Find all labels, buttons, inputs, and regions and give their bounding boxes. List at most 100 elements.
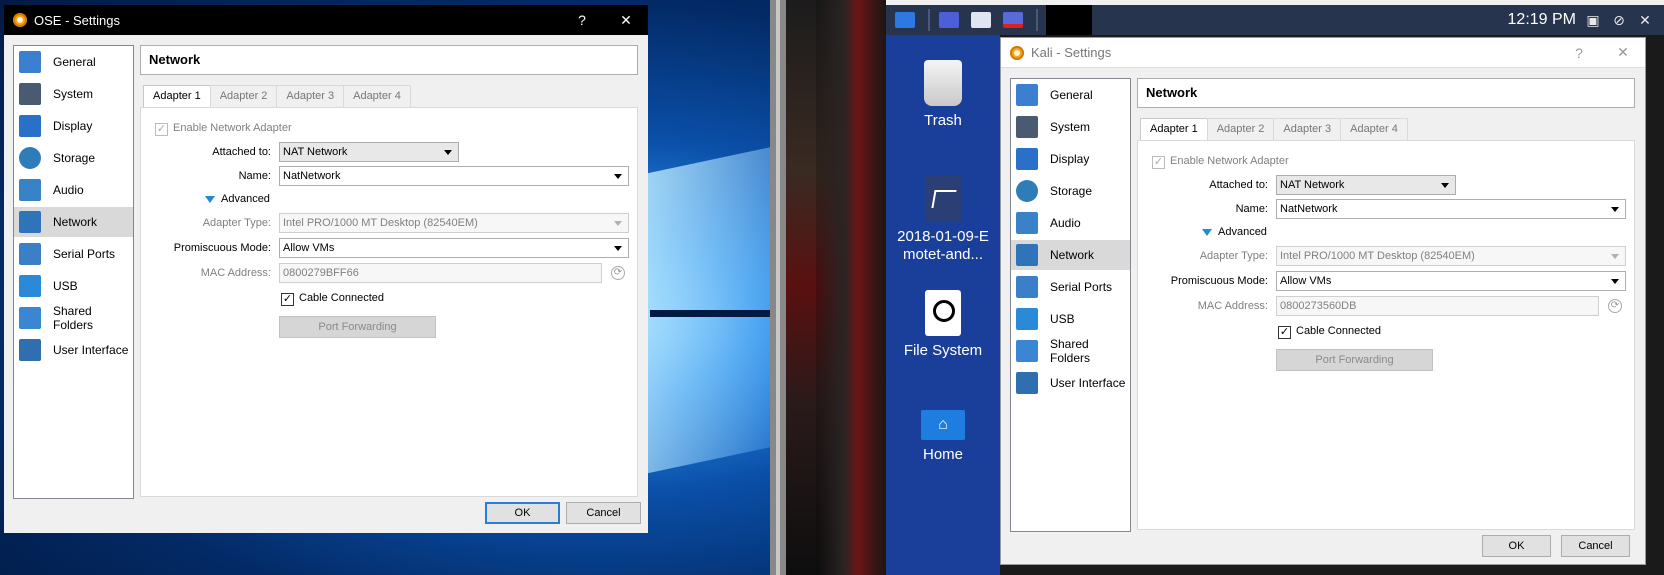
help-button[interactable]: ?: [560, 12, 604, 28]
sidebar-item-label: Storage: [53, 151, 96, 165]
cable-connected-checkbox[interactable]: ✓: [1278, 326, 1291, 339]
port-forwarding-button[interactable]: Port Forwarding: [1276, 349, 1433, 371]
sidebar-item-audio[interactable]: Audio: [1011, 208, 1130, 238]
cancel-button[interactable]: Cancel: [566, 502, 641, 524]
sidebar-item-shared-folders[interactable]: Shared Folders: [14, 303, 133, 333]
panel-clock[interactable]: 12:19 PM: [1508, 5, 1576, 35]
mute-icon[interactable]: ✕: [1636, 12, 1654, 28]
desktop-icon-label: Trash: [924, 112, 962, 129]
advanced-toggle[interactable]: Advanced: [205, 193, 270, 205]
mac-address-field[interactable]: 0800273560DB: [1276, 296, 1599, 316]
sidebar-item-general[interactable]: General: [14, 47, 133, 77]
mac-address-field[interactable]: 0800279BFF66: [279, 263, 602, 283]
sidebar-item-serial-ports[interactable]: Serial Ports: [14, 239, 133, 269]
sidebar-item-network[interactable]: Network: [1011, 240, 1130, 270]
taskbar-window-button[interactable]: [1046, 5, 1092, 35]
enable-adapter-checkbox[interactable]: ✓: [1152, 156, 1165, 169]
name-select[interactable]: NatNetwork: [1276, 199, 1626, 219]
tab-adapter-2[interactable]: Adapter 2: [209, 85, 278, 107]
refresh-mac-icon[interactable]: ⟳: [611, 266, 625, 280]
adapter-tabs: Adapter 1 Adapter 2 Adapter 3 Adapter 4: [143, 85, 411, 108]
sidebar-item-label: Serial Ports: [53, 247, 116, 261]
sidebar-item-serial-ports[interactable]: Serial Ports: [1011, 272, 1130, 302]
close-button[interactable]: ✕: [604, 12, 648, 29]
tab-adapter-1[interactable]: Adapter 1: [1140, 118, 1208, 141]
expand-triangle-icon: [1202, 228, 1212, 236]
home-icon: ⌂: [921, 410, 965, 440]
ose-settings-dialog: OSE - Settings ? ✕ General System Displa…: [4, 5, 648, 533]
network-off-icon[interactable]: ⊘: [1610, 12, 1628, 28]
tab-adapter-4[interactable]: Adapter 4: [1340, 118, 1408, 140]
panel-separator: [928, 9, 930, 31]
sidebar-item-usb[interactable]: USB: [1011, 304, 1130, 334]
advanced-toggle[interactable]: Advanced: [1202, 226, 1267, 238]
kali-settings-dialog: Kali - Settings ? ✕ General System Displ…: [1000, 37, 1646, 565]
sidebar-item-audio[interactable]: Audio: [14, 175, 133, 205]
tab-adapter-2[interactable]: Adapter 2: [1206, 118, 1275, 140]
cable-connected-checkbox[interactable]: ✓: [281, 293, 294, 306]
name-select[interactable]: NatNetwork: [279, 166, 629, 186]
desktop-icon-label: File System: [903, 342, 983, 359]
sidebar-item-label: Storage: [1050, 184, 1093, 198]
sidebar-item-label: Display: [1050, 152, 1090, 166]
sidebar-item-label: General: [1050, 88, 1093, 102]
settings-sidebar: General System Display Storage Audio Net…: [1010, 78, 1131, 532]
port-forwarding-button[interactable]: Port Forwarding: [279, 316, 436, 338]
screen-icon[interactable]: ▣: [1584, 12, 1602, 28]
sidebar-item-storage[interactable]: Storage: [1011, 176, 1130, 206]
usb-icon: [1016, 308, 1038, 330]
folder-icon: [971, 12, 991, 28]
sidebar-item-display[interactable]: Display: [1011, 144, 1130, 174]
attached-to-label: Attached to:: [212, 146, 271, 158]
screen-recorder-button[interactable]: [1000, 8, 1026, 32]
panel-separator: [1036, 9, 1038, 31]
sidebar-item-system[interactable]: System: [14, 79, 133, 109]
tab-adapter-4[interactable]: Adapter 4: [343, 85, 411, 107]
usb-icon: [19, 275, 41, 297]
desktop-icon-trash[interactable]: Trash: [886, 60, 1000, 129]
settings-sidebar: General System Display Storage Audio Net…: [13, 45, 134, 499]
adapter-type-select[interactable]: Intel PRO/1000 MT Desktop (82540EM): [279, 213, 629, 233]
sidebar-item-label: USB: [1050, 312, 1075, 326]
wallpaper-figure: [816, 0, 886, 575]
sidebar-item-storage[interactable]: Storage: [14, 143, 133, 173]
sidebar-item-system[interactable]: System: [1011, 112, 1130, 142]
ok-button[interactable]: OK: [1482, 535, 1551, 557]
refresh-mac-icon[interactable]: ⟳: [1608, 299, 1622, 313]
drive-icon: [925, 290, 961, 336]
sidebar-item-user-interface[interactable]: User Interface: [1011, 368, 1130, 398]
attached-to-label: Attached to:: [1209, 179, 1268, 191]
promiscuous-mode-select[interactable]: Allow VMs: [279, 238, 629, 258]
sidebar-item-network[interactable]: Network: [14, 207, 133, 237]
enable-adapter-checkbox[interactable]: ✓: [155, 123, 168, 136]
sidebar-item-user-interface[interactable]: User Interface: [14, 335, 133, 365]
sidebar-item-label: Network: [53, 215, 98, 229]
ok-button[interactable]: OK: [485, 502, 560, 524]
desktop-icon-home[interactable]: ⌂ Home: [886, 410, 1000, 463]
show-desktop-button[interactable]: [936, 8, 962, 32]
sidebar-item-shared-folders[interactable]: Shared Folders: [1011, 336, 1130, 366]
attached-to-select[interactable]: NAT Network: [279, 142, 459, 162]
tab-adapter-3[interactable]: Adapter 3: [276, 85, 345, 107]
attached-to-select[interactable]: NAT Network: [1276, 175, 1456, 195]
user-interface-icon: [1016, 372, 1038, 394]
close-button[interactable]: ✕: [1601, 44, 1645, 61]
mac-address-label: MAC Address:: [200, 267, 271, 279]
promiscuous-mode-select[interactable]: Allow VMs: [1276, 271, 1626, 291]
kali-menu-button[interactable]: [892, 8, 918, 32]
serial-ports-icon: [19, 243, 41, 265]
help-button[interactable]: ?: [1557, 45, 1601, 61]
shared-folders-icon: [19, 307, 41, 329]
desktop-icon-file-system[interactable]: File System: [886, 290, 1000, 359]
name-label: Name:: [238, 170, 271, 182]
tab-adapter-3[interactable]: Adapter 3: [1273, 118, 1342, 140]
sidebar-item-display[interactable]: Display: [14, 111, 133, 141]
desktop-icon-file[interactable]: 2018-01-09-Emotet-and...: [886, 176, 1000, 264]
sidebar-item-usb[interactable]: USB: [14, 271, 133, 301]
cancel-button[interactable]: Cancel: [1561, 535, 1630, 557]
cable-connected-label: Cable Connected: [299, 292, 385, 304]
file-manager-button[interactable]: [968, 8, 994, 32]
tab-adapter-1[interactable]: Adapter 1: [143, 85, 211, 108]
adapter-type-select[interactable]: Intel PRO/1000 MT Desktop (82540EM): [1276, 246, 1626, 266]
sidebar-item-general[interactable]: General: [1011, 80, 1130, 110]
